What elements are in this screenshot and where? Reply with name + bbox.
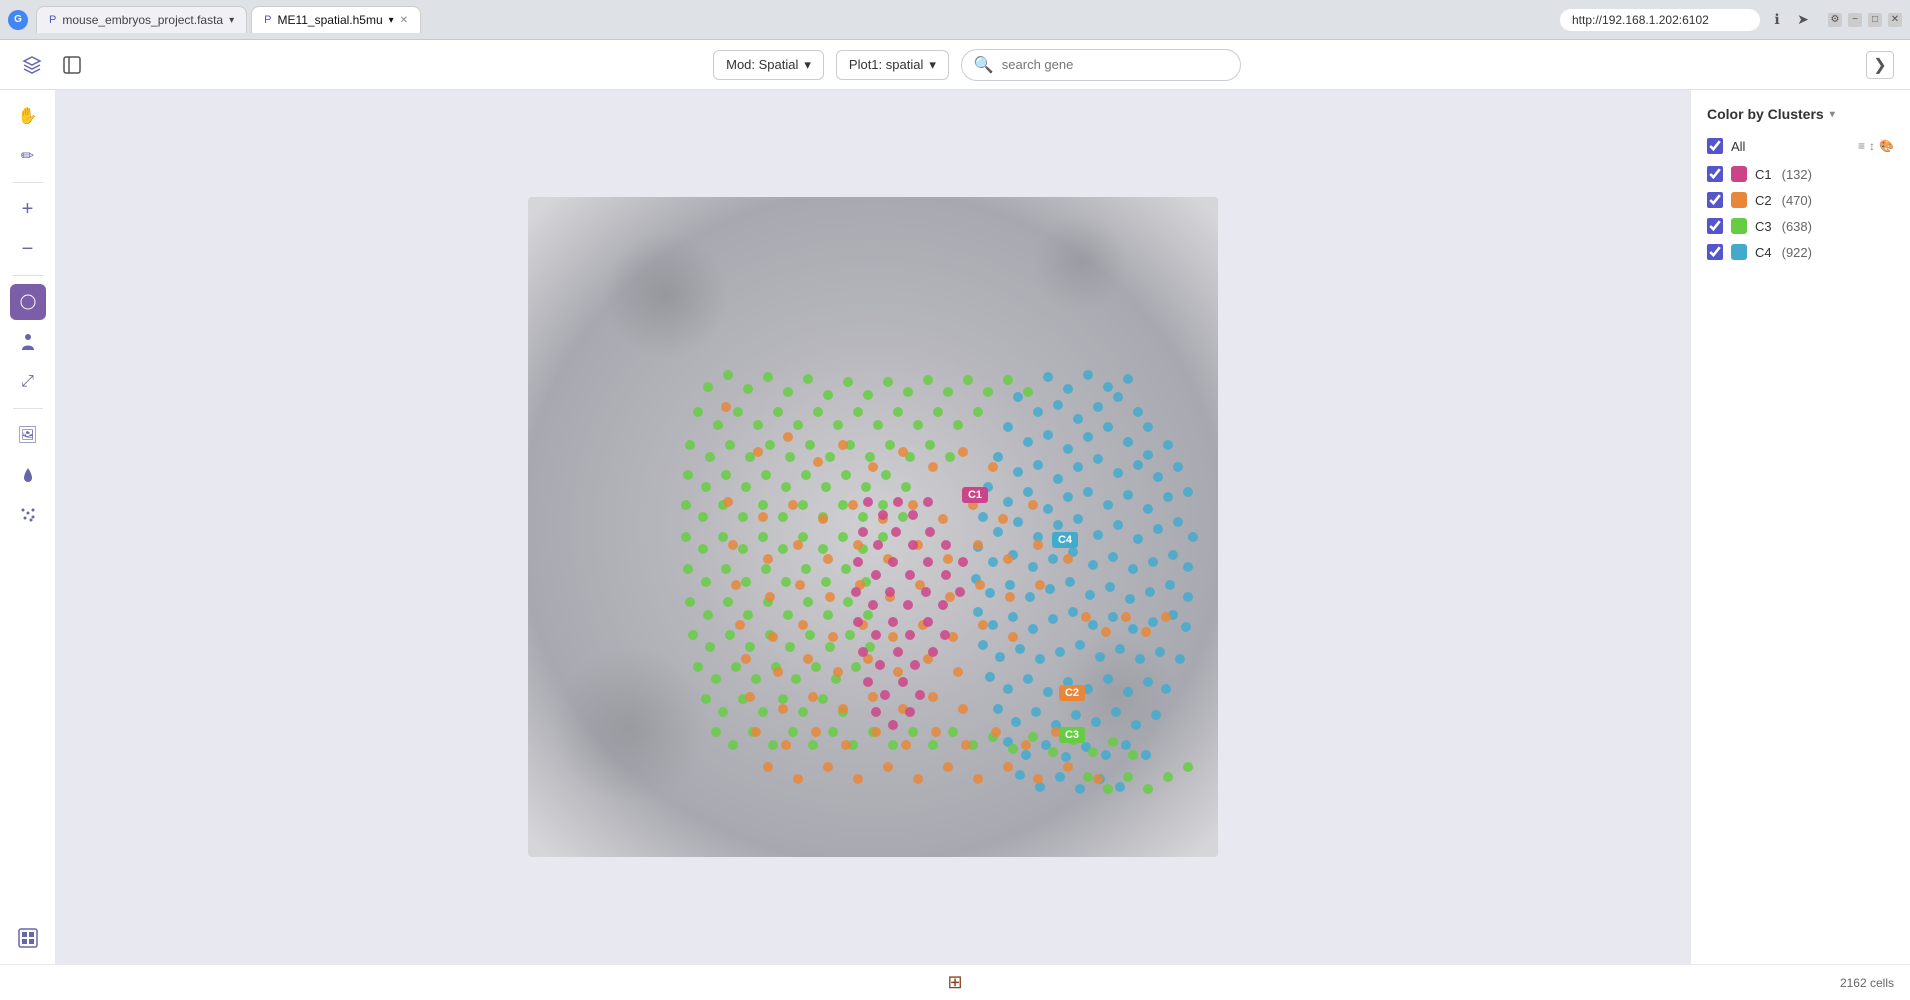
mod-chevron-icon: ▾ xyxy=(804,57,811,73)
all-clusters-row: All ≡ ↕ 🎨 xyxy=(1707,138,1894,154)
main-area: ✋ ✏ + − ⤢ 🖼 xyxy=(0,90,1910,964)
cluster-label-c3-plot: C3 xyxy=(1059,727,1085,743)
toolbar-left xyxy=(16,49,88,81)
browser-controls: ℹ ➤ xyxy=(1768,11,1812,29)
status-bar-center: ⊞ xyxy=(947,972,962,993)
plot-chevron-icon: ▾ xyxy=(929,57,936,73)
cluster-c4-label: C4 xyxy=(1755,245,1772,260)
drop-tool-btn[interactable] xyxy=(10,457,46,493)
cluster-c2-color xyxy=(1731,192,1747,208)
cluster-item-c1: C1 (132) xyxy=(1707,166,1894,182)
app-container: Mod: Spatial ▾ Plot1: spatial ▾ 🔍 ❯ ✋ ✏ … xyxy=(0,40,1910,1000)
layer-icon-bottom[interactable] xyxy=(10,920,46,956)
cluster-item-c3: C3 (638) xyxy=(1707,218,1894,234)
scatter-tool-btn[interactable] xyxy=(10,497,46,533)
tab-bar: P mouse_embryos_project.fasta ▾ P ME11_s… xyxy=(36,6,1552,33)
sidebar-divider-2 xyxy=(13,275,43,276)
tab-close-btn[interactable]: ✕ xyxy=(400,15,408,26)
cluster-c3-label: C3 xyxy=(1755,219,1772,234)
toolbar: Mod: Spatial ▾ Plot1: spatial ▾ 🔍 ❯ xyxy=(0,40,1910,90)
panel-title-text: Color by Clusters xyxy=(1707,106,1824,122)
dots-layer xyxy=(528,197,1218,857)
sidebar-divider-3 xyxy=(13,408,43,409)
cluster-c1-label: C1 xyxy=(1755,167,1772,182)
browser-logo: G xyxy=(8,10,28,30)
tab-spatial[interactable]: P ME11_spatial.h5mu ▾ ✕ xyxy=(251,6,421,33)
address-bar[interactable]: http://192.168.1.202:6102 xyxy=(1560,9,1760,31)
select-region-btn[interactable] xyxy=(10,284,46,320)
spatial-plot[interactable]: C1 C4 C2 C3 xyxy=(528,197,1218,857)
remove-tool-btn[interactable]: − xyxy=(10,231,46,267)
add-tool-btn[interactable]: + xyxy=(10,191,46,227)
canvas-area[interactable]: C1 C4 C2 C3 xyxy=(56,90,1690,964)
tab-spatial-label: ME11_spatial.h5mu xyxy=(277,13,382,27)
window-controls: ⚙ − □ ✕ xyxy=(1828,13,1902,27)
cluster-label-c2-plot: C2 xyxy=(1059,685,1085,701)
sort-icon[interactable]: ↕ xyxy=(1869,139,1875,153)
plot-label: Plot1: spatial xyxy=(849,57,923,72)
cluster-c4-checkbox[interactable] xyxy=(1707,244,1723,260)
cluster-c2-count: (470) xyxy=(1782,193,1812,208)
grid-icon: ⊞ xyxy=(947,972,962,993)
cluster-c2-label: C2 xyxy=(1755,193,1772,208)
cluster-c3-checkbox[interactable] xyxy=(1707,218,1723,234)
cell-count-label: 2162 cells xyxy=(1840,976,1894,990)
panel-title: Color by Clusters ▾ xyxy=(1707,106,1894,122)
cluster-label-c1-plot: C1 xyxy=(962,487,988,503)
pan-tool-btn[interactable]: ✋ xyxy=(10,98,46,134)
draw-tool-btn[interactable]: ✏ xyxy=(10,138,46,174)
share-btn[interactable]: ➤ xyxy=(1794,11,1812,29)
info-btn[interactable]: ℹ xyxy=(1768,11,1786,29)
right-panel: Color by Clusters ▾ All ≡ ↕ 🎨 C1 xyxy=(1690,90,1910,964)
cluster-c1-checkbox[interactable] xyxy=(1707,166,1723,182)
address-text: http://192.168.1.202:6102 xyxy=(1572,13,1709,27)
cluster-c4-count: (922) xyxy=(1782,245,1812,260)
all-clusters-label: All xyxy=(1731,139,1745,154)
cluster-item-c4: C4 (922) xyxy=(1707,244,1894,260)
cluster-list: C1 (132) C2 (470) C3 (638) xyxy=(1707,166,1894,260)
tab-project[interactable]: P mouse_embryos_project.fasta ▾ xyxy=(36,6,247,33)
all-cluster-actions: ≡ ↕ 🎨 xyxy=(1858,139,1894,153)
tab-project-label: mouse_embryos_project.fasta xyxy=(62,13,223,27)
close-btn[interactable]: ✕ xyxy=(1888,13,1902,27)
cluster-c1-color xyxy=(1731,166,1747,182)
mod-dropdown[interactable]: Mod: Spatial ▾ xyxy=(713,50,824,80)
minimize-btn[interactable]: − xyxy=(1848,13,1862,27)
left-sidebar: ✋ ✏ + − ⤢ 🖼 xyxy=(0,90,56,964)
panel-toggle-btn[interactable] xyxy=(56,49,88,81)
sidebar-divider-1 xyxy=(13,182,43,183)
expand-panel-btn[interactable]: ❯ xyxy=(1866,51,1894,79)
maximize-btn[interactable]: □ xyxy=(1868,13,1882,27)
cluster-c2-checkbox[interactable] xyxy=(1707,192,1723,208)
toolbar-right: ❯ xyxy=(1866,51,1894,79)
image-tool-btn[interactable]: 🖼 xyxy=(10,417,46,453)
all-clusters-checkbox[interactable] xyxy=(1707,138,1723,154)
expand-tool-btn[interactable]: ⤢ xyxy=(10,364,46,400)
toolbar-center: Mod: Spatial ▾ Plot1: spatial ▾ 🔍 xyxy=(100,49,1854,81)
browser-chrome: G P mouse_embryos_project.fasta ▾ P ME11… xyxy=(0,0,1910,40)
cluster-label-c4-plot: C4 xyxy=(1052,532,1078,548)
mod-label: Mod: Spatial xyxy=(726,57,798,72)
gene-search-wrap: 🔍 xyxy=(961,49,1241,81)
person-tool-btn[interactable] xyxy=(10,324,46,360)
tab-chevron-2: ▾ xyxy=(389,15,394,26)
status-bar: ⊞ 2162 cells xyxy=(0,964,1910,1000)
cluster-c1-count: (132) xyxy=(1782,167,1812,182)
layers-btn[interactable] xyxy=(16,49,48,81)
panel-chevron-icon[interactable]: ▾ xyxy=(1830,109,1835,120)
plot-dropdown[interactable]: Plot1: spatial ▾ xyxy=(836,50,949,80)
settings-btn[interactable]: ⚙ xyxy=(1828,13,1842,27)
color-icon[interactable]: 🎨 xyxy=(1879,139,1894,153)
filter-icon[interactable]: ≡ xyxy=(1858,139,1865,153)
search-icon: 🔍 xyxy=(974,55,994,75)
cluster-item-c2: C2 (470) xyxy=(1707,192,1894,208)
cluster-c4-color xyxy=(1731,244,1747,260)
cluster-c3-count: (638) xyxy=(1782,219,1812,234)
cluster-c3-color xyxy=(1731,218,1747,234)
gene-search-input[interactable] xyxy=(1002,57,1228,72)
tab-chevron: ▾ xyxy=(229,15,234,26)
